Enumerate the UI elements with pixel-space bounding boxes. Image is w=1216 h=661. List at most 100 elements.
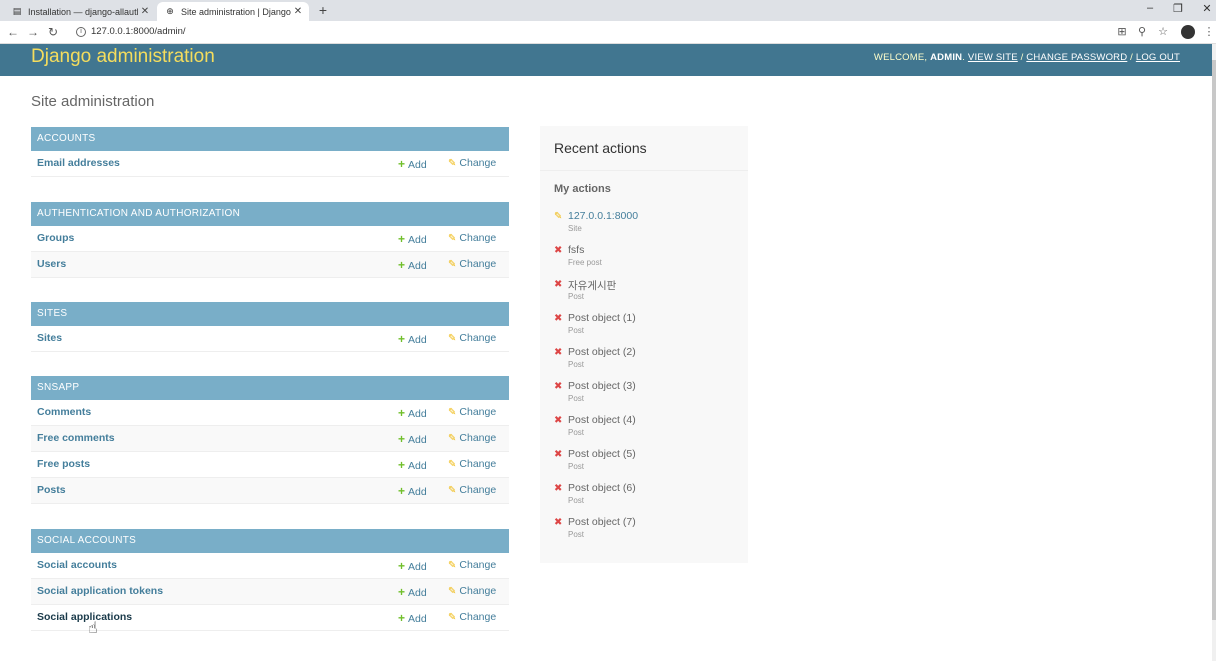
pencil-icon: ✎ bbox=[448, 333, 457, 344]
change-link[interactable]: ✎ Change bbox=[448, 559, 496, 571]
model-row: Social application tokens + Add ✎ Change bbox=[31, 579, 509, 605]
scrollbar-thumb[interactable] bbox=[1212, 60, 1216, 620]
add-label: Add bbox=[408, 334, 427, 346]
close-icon[interactable]: ✕ bbox=[291, 6, 305, 17]
action-object: Post object (4) bbox=[568, 414, 636, 426]
add-link[interactable]: + Add bbox=[398, 232, 427, 246]
site-branding[interactable]: Django administration bbox=[31, 46, 215, 68]
restore-icon[interactable]: ❐ bbox=[1170, 2, 1186, 15]
model-link[interactable]: Email addresses bbox=[37, 157, 120, 169]
change-label: Change bbox=[459, 258, 497, 270]
model-row: Social accounts + Add ✎ Change bbox=[31, 553, 509, 579]
separator: / bbox=[1127, 52, 1136, 63]
add-link[interactable]: + Add bbox=[398, 258, 427, 272]
add-link[interactable]: + Add bbox=[398, 559, 427, 573]
plus-icon: + bbox=[398, 611, 406, 625]
change-link[interactable]: ✎ Change bbox=[448, 432, 496, 444]
add-link[interactable]: + Add bbox=[398, 458, 427, 472]
delete-x-icon: ✖ bbox=[554, 517, 563, 528]
plus-icon: + bbox=[398, 458, 406, 472]
change-link[interactable]: ✎ Change bbox=[448, 458, 496, 470]
pencil-icon: ✎ bbox=[448, 586, 457, 597]
divider bbox=[540, 170, 748, 171]
add-label: Add bbox=[408, 408, 427, 420]
minimize-icon[interactable]: – bbox=[1142, 2, 1158, 14]
change-link[interactable]: ✎ Change bbox=[448, 232, 496, 244]
model-link[interactable]: Groups bbox=[37, 232, 74, 244]
model-row: Email addresses + Add ✎ Change bbox=[31, 151, 509, 177]
menu-icon[interactable]: ⋮ bbox=[1202, 25, 1216, 38]
model-link[interactable]: Social application tokens bbox=[37, 585, 163, 597]
back-icon[interactable]: ← bbox=[5, 24, 21, 40]
profile-avatar[interactable] bbox=[1181, 25, 1195, 39]
model-link[interactable]: Posts bbox=[37, 484, 66, 496]
close-icon[interactable]: ✕ bbox=[138, 6, 152, 17]
tab-site-administration[interactable]: ⊕ Site administration | Django site ✕ bbox=[157, 2, 309, 21]
change-label: Change bbox=[459, 406, 497, 418]
add-label: Add bbox=[408, 260, 427, 272]
zoom-icon[interactable]: ⚲ bbox=[1135, 25, 1149, 38]
window-close-icon[interactable]: ✕ bbox=[1199, 2, 1215, 15]
plus-icon: + bbox=[398, 432, 406, 446]
action-object: Post object (3) bbox=[568, 380, 636, 392]
add-label: Add bbox=[408, 486, 427, 498]
url-field[interactable]: i 127.0.0.1:8000/admin/ bbox=[76, 26, 186, 37]
module-caption[interactable]: ACCOUNTS bbox=[31, 127, 509, 151]
plus-icon: + bbox=[398, 406, 406, 420]
model-link[interactable]: Free posts bbox=[37, 458, 90, 470]
model-link[interactable]: Social applications bbox=[37, 611, 132, 623]
add-link[interactable]: + Add bbox=[398, 611, 427, 625]
plus-icon: + bbox=[398, 559, 406, 573]
pencil-icon: ✎ bbox=[554, 211, 563, 222]
model-link[interactable]: Free comments bbox=[37, 432, 115, 444]
tab-title: Installation — django-allauth 0. bbox=[28, 6, 138, 17]
new-tab-button[interactable]: + bbox=[316, 3, 330, 17]
add-link[interactable]: + Add bbox=[398, 157, 427, 171]
add-link[interactable]: + Add bbox=[398, 332, 427, 346]
add-link[interactable]: + Add bbox=[398, 585, 427, 599]
browser-tab-bar: ▤ Installation — django-allauth 0. ✕ ⊕ S… bbox=[0, 0, 1216, 21]
change-link[interactable]: ✎ Change bbox=[448, 611, 496, 623]
module-caption[interactable]: AUTHENTICATION AND AUTHORIZATION bbox=[31, 202, 509, 226]
pencil-icon: ✎ bbox=[448, 612, 457, 623]
info-icon[interactable]: i bbox=[76, 26, 86, 37]
log-out-link[interactable]: LOG OUT bbox=[1136, 52, 1180, 63]
pencil-icon: ✎ bbox=[448, 459, 457, 470]
add-link[interactable]: + Add bbox=[398, 406, 427, 420]
change-link[interactable]: ✎ Change bbox=[448, 406, 496, 418]
change-label: Change bbox=[459, 585, 497, 597]
change-link[interactable]: ✎ Change bbox=[448, 157, 496, 169]
add-link[interactable]: + Add bbox=[398, 484, 427, 498]
model-link[interactable]: Users bbox=[37, 258, 66, 270]
model-link[interactable]: Sites bbox=[37, 332, 62, 344]
change-link[interactable]: ✎ Change bbox=[448, 484, 496, 496]
forward-icon[interactable]: → bbox=[25, 24, 41, 40]
change-link[interactable]: ✎ Change bbox=[448, 258, 496, 270]
delete-x-icon: ✖ bbox=[554, 313, 563, 324]
reload-icon[interactable]: ↻ bbox=[45, 24, 61, 40]
model-link[interactable]: Social accounts bbox=[37, 559, 117, 571]
add-label: Add bbox=[408, 434, 427, 446]
view-site-link[interactable]: VIEW SITE bbox=[968, 52, 1018, 63]
change-password-link[interactable]: CHANGE PASSWORD bbox=[1026, 52, 1127, 63]
globe-icon: ⊕ bbox=[166, 6, 174, 16]
plus-icon: + bbox=[398, 157, 406, 171]
model-link[interactable]: Comments bbox=[37, 406, 91, 418]
delete-x-icon: ✖ bbox=[554, 347, 563, 358]
action-object-link[interactable]: 127.0.0.1:8000 bbox=[568, 210, 638, 222]
module-caption[interactable]: SNSAPP bbox=[31, 376, 509, 400]
change-link[interactable]: ✎ Change bbox=[448, 332, 496, 344]
tab-title: Site administration | Django site bbox=[181, 6, 291, 17]
star-icon[interactable]: ☆ bbox=[1156, 25, 1170, 38]
plus-icon: + bbox=[398, 232, 406, 246]
tab-installation[interactable]: ▤ Installation — django-allauth 0. ✕ bbox=[4, 2, 156, 21]
add-link[interactable]: + Add bbox=[398, 432, 427, 446]
add-label: Add bbox=[408, 234, 427, 246]
address-bar-row: ← → ↻ i 127.0.0.1:8000/admin/ ⊞ ⚲ ☆ ⋮ bbox=[0, 21, 1216, 44]
module-caption[interactable]: SOCIAL ACCOUNTS bbox=[31, 529, 509, 553]
change-link[interactable]: ✎ Change bbox=[448, 585, 496, 597]
pencil-icon: ✎ bbox=[448, 158, 457, 169]
translate-icon[interactable]: ⊞ bbox=[1115, 25, 1129, 38]
recent-actions-panel: Recent actions My actions ✎ 127.0.0.1:80… bbox=[540, 126, 748, 563]
module-caption[interactable]: SITES bbox=[31, 302, 509, 326]
